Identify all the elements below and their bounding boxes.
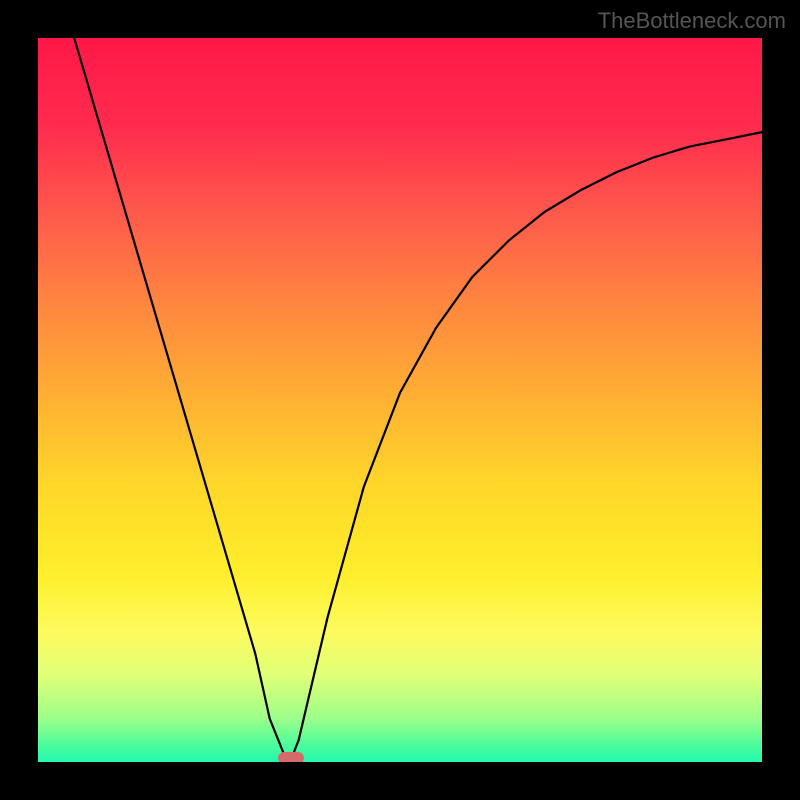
- bottleneck-curve: [74, 38, 762, 758]
- watermark-text: TheBottleneck.com: [598, 8, 786, 34]
- optimal-point-marker: [278, 752, 304, 762]
- chart-plot-area: [38, 38, 762, 762]
- chart-curve-svg: [38, 38, 762, 762]
